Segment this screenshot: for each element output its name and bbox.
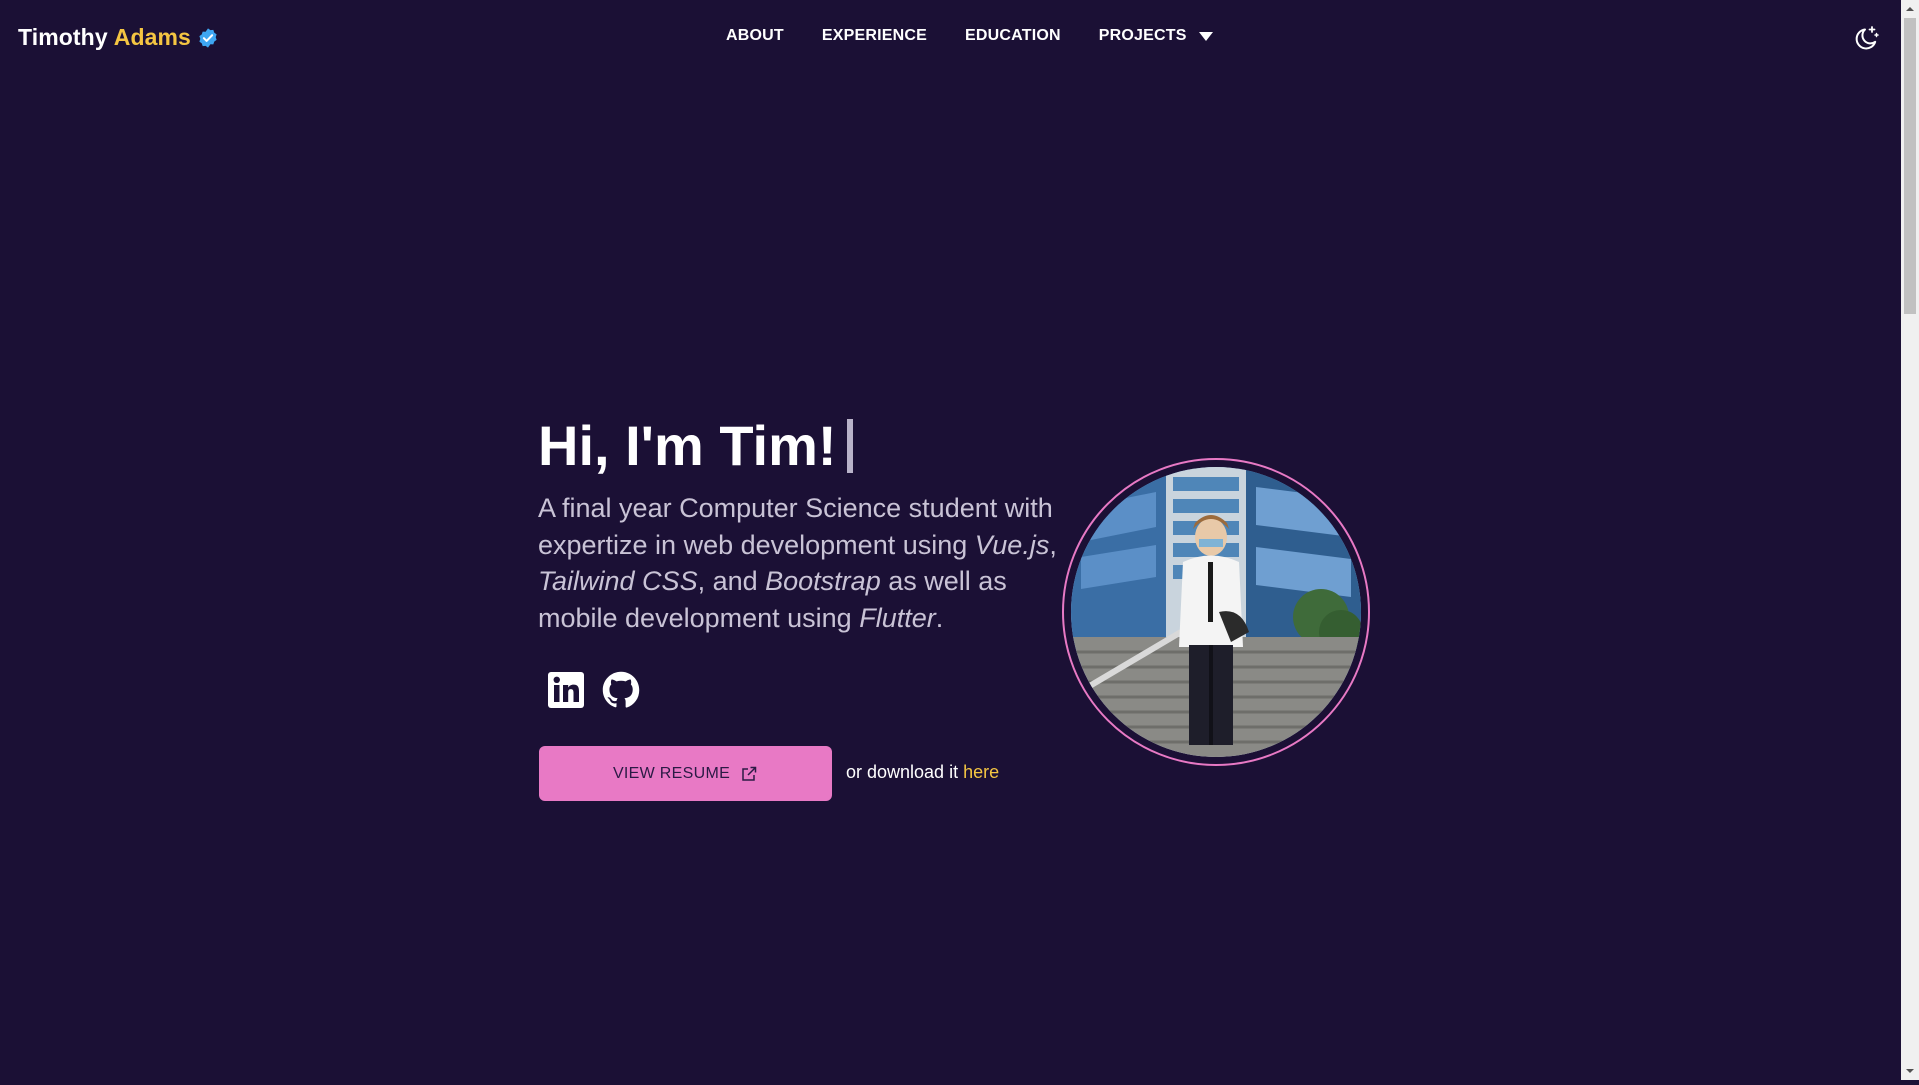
moon-stars-icon[interactable] [1852, 24, 1880, 52]
github-icon[interactable] [602, 671, 640, 709]
tech-tailwind: Tailwind CSS [538, 566, 698, 596]
scroll-up-arrow-icon[interactable] [1901, 0, 1919, 17]
brand-logo[interactable]: Timothy Adams [18, 24, 219, 51]
scroll-thumb[interactable] [1904, 18, 1916, 314]
tech-vue: Vue.js [974, 529, 1050, 560]
desc-sep-1: , [1049, 529, 1057, 560]
page: Timothy Adams ABOUT EXPERIENCE EDUCATION… [0, 0, 1901, 1080]
linkedin-icon[interactable] [547, 671, 585, 709]
download-text: or download it here [846, 762, 999, 783]
scroll-down-arrow-icon[interactable] [1901, 1063, 1919, 1080]
verified-badge-icon [197, 27, 219, 49]
page-scrollbar[interactable] [1901, 0, 1919, 1080]
brand-first-name: Timothy [18, 24, 108, 50]
download-prefix: or download it [846, 762, 964, 782]
hero-title: Hi, I'm Tim! [538, 412, 853, 480]
tech-bootstrap: Bootstrap [765, 566, 881, 596]
nav-about[interactable]: ABOUT [726, 27, 784, 45]
hero-description: A final year Computer Science student wi… [538, 490, 1058, 636]
social-links [547, 671, 657, 709]
nav-education[interactable]: EDUCATION [965, 27, 1061, 45]
brand-last-name: Adams [113, 24, 191, 50]
nav-projects-label: PROJECTS [1098, 27, 1187, 44]
profile-photo [1071, 467, 1361, 757]
view-resume-label: VIEW RESUME [612, 764, 731, 782]
nav-projects[interactable]: PROJECTS [1099, 27, 1213, 45]
desc-sep-2: , and [697, 566, 766, 596]
tech-flutter: Flutter [859, 602, 936, 633]
view-resume-button[interactable]: VIEW RESUME [539, 746, 832, 801]
external-link-icon [742, 766, 757, 781]
main-nav: ABOUT EXPERIENCE EDUCATION PROJECTS [726, 27, 1213, 45]
desc-end: . [935, 602, 944, 633]
nav-experience[interactable]: EXPERIENCE [822, 27, 927, 45]
download-link[interactable]: here [963, 762, 999, 782]
typing-cursor [846, 419, 853, 473]
hero-title-text: Hi, I'm Tim! [538, 414, 837, 477]
chevron-down-icon [1198, 31, 1213, 41]
